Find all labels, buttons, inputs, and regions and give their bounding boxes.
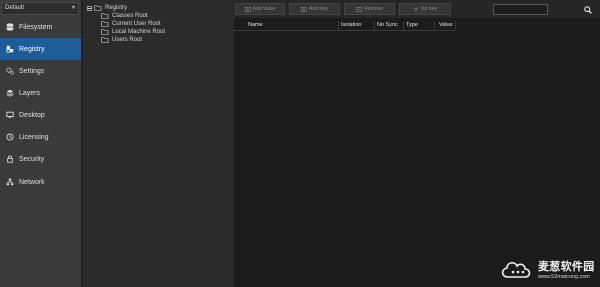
- tree-node-label: Registry: [105, 5, 128, 11]
- sidebar-item-registry[interactable]: Registry: [0, 38, 81, 60]
- remove-label: Remove: [364, 6, 383, 12]
- sidebar-item-network[interactable]: Network: [0, 171, 81, 193]
- column-separator[interactable]: [374, 21, 375, 30]
- tree-node-label: Users Root: [112, 37, 143, 43]
- clock-icon: [5, 133, 14, 142]
- network-icon: [5, 178, 14, 187]
- add-key-label: Add Key: [309, 6, 328, 12]
- folder-icon: [101, 13, 109, 19]
- collapse-icon[interactable]: [87, 5, 92, 11]
- column-separator[interactable]: [434, 21, 435, 30]
- watermark-url: www.52maicong.com: [538, 274, 590, 280]
- tree-node[interactable]: Local Machine Root: [101, 28, 165, 36]
- tree-node-root[interactable]: Registry: [87, 4, 127, 12]
- profile-dropdown[interactable]: Default ▾: [1, 2, 79, 15]
- registry-icon: [5, 45, 14, 54]
- folder-icon: [101, 21, 109, 27]
- add-value-label: Add Value: [252, 6, 276, 12]
- remove-icon: [356, 6, 363, 12]
- database-icon: [5, 23, 14, 32]
- column-header-value[interactable]: Value: [439, 22, 453, 28]
- sidebar-item-filesystem[interactable]: Filesystem: [0, 16, 81, 38]
- sidebar-item-label: Layers: [19, 89, 41, 97]
- remove-button[interactable]: Remove: [344, 3, 395, 15]
- folder-icon: [101, 29, 109, 35]
- sidebar-item-desktop[interactable]: Desktop: [0, 104, 81, 126]
- chevron-down-icon: ▾: [71, 5, 75, 11]
- add-key-icon: [301, 6, 308, 12]
- folder-icon: [101, 37, 109, 43]
- search-input[interactable]: [493, 4, 548, 15]
- column-header-no-sync[interactable]: No Sync: [377, 22, 398, 28]
- column-separator[interactable]: [455, 21, 456, 30]
- header-divider: [234, 30, 455, 31]
- layers-icon: [5, 89, 14, 98]
- table-header: Name Isolation No Sync Type Value: [234, 21, 600, 30]
- sidebar-item-label: Licensing: [19, 133, 49, 141]
- column-separator[interactable]: [403, 21, 404, 30]
- tree-node[interactable]: Users Root: [101, 36, 142, 44]
- search-button[interactable]: [582, 4, 593, 15]
- sidebar-item-label: Registry: [19, 45, 45, 53]
- tree-node[interactable]: Classes Root: [101, 12, 148, 20]
- sidebar: Default ▾ Filesystem Registry Settings L…: [0, 0, 81, 287]
- profile-dropdown-value: Default: [5, 5, 25, 11]
- add-value-icon: [244, 6, 251, 12]
- column-separator[interactable]: [338, 21, 339, 30]
- toolbar: Add Value Add Key Remove Up Key: [234, 0, 600, 18]
- watermark-title: 麦葱软件园: [538, 261, 595, 273]
- tree-node[interactable]: Current User Root: [101, 20, 161, 28]
- up-key-label: Up Key: [420, 6, 438, 12]
- tree-node-label: Classes Root: [112, 13, 148, 19]
- sidebar-item-layers[interactable]: Layers: [0, 82, 81, 104]
- add-value-button[interactable]: Add Value: [235, 3, 285, 15]
- lock-icon: [5, 155, 14, 164]
- registry-values-pane: Add Value Add Key Remove Up Key Name Iso…: [234, 0, 600, 287]
- tree-node-label: Current User Root: [112, 21, 161, 27]
- sidebar-item-label: Network: [19, 178, 45, 186]
- column-header-type[interactable]: Type: [406, 22, 418, 28]
- registry-tree: Registry Classes Root Current User Root …: [83, 0, 233, 287]
- gears-icon: [5, 67, 14, 76]
- sidebar-item-label: Desktop: [19, 111, 45, 119]
- column-header-name[interactable]: Name: [248, 22, 263, 28]
- up-key-button[interactable]: Up Key: [399, 3, 451, 15]
- add-key-button[interactable]: Add Key: [289, 3, 340, 15]
- tree-node-label: Local Machine Root: [112, 29, 166, 35]
- sidebar-item-label: Settings: [19, 67, 45, 75]
- folder-open-icon: [94, 5, 102, 11]
- sidebar-item-label: Filesystem: [19, 23, 53, 31]
- sidebar-item-licensing[interactable]: Licensing: [0, 126, 81, 148]
- arrow-up-icon: [413, 6, 418, 12]
- search-icon: [583, 5, 592, 14]
- sidebar-item-label: Security: [19, 155, 45, 163]
- column-header-isolation[interactable]: Isolation: [341, 22, 362, 28]
- sidebar-item-security[interactable]: Security: [0, 148, 81, 170]
- monitor-icon: [5, 111, 14, 120]
- sidebar-item-settings[interactable]: Settings: [0, 60, 81, 82]
